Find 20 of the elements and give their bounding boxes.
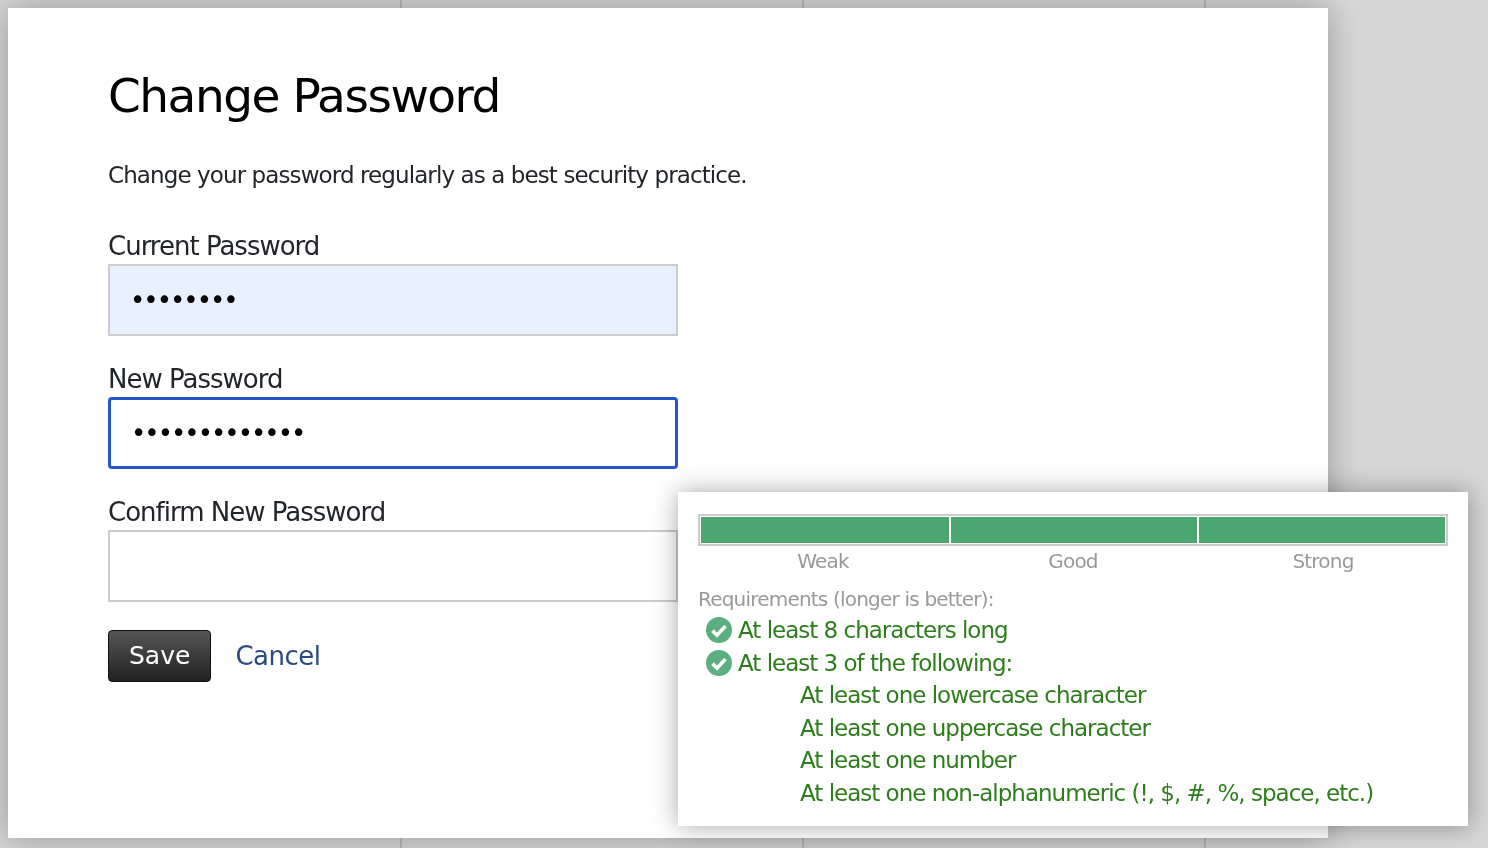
password-field[interactable]: ••••••••: [108, 264, 678, 337]
requirements-title: Requirements (longer is better):: [698, 586, 995, 613]
strength-label: Strong: [1291, 548, 1355, 575]
requirement-text: At least one number: [799, 746, 1018, 775]
field-label: Current Password: [108, 230, 321, 263]
password-field[interactable]: •••••••••••••: [108, 397, 678, 470]
strength-label: Weak: [796, 548, 850, 575]
requirement-text: At least 3 of the following:: [738, 649, 1013, 676]
save-button[interactable]: Save: [108, 630, 212, 682]
dialog-title: Change Password: [108, 68, 501, 125]
requirement-text: At least 8 characters long: [738, 617, 1008, 643]
strength-label: Good: [1047, 548, 1099, 575]
field-label: New Password: [108, 364, 284, 396]
requirement-text: At least one uppercase character: [799, 713, 1152, 743]
password-field[interactable]: [108, 530, 678, 603]
field-label: Confirm New Password: [108, 497, 387, 529]
cancel-link[interactable]: Cancel: [235, 636, 321, 676]
requirement-text: At least one lowercase character: [799, 681, 1147, 710]
dialog-description: Change your password regularly as a best security practice.: [108, 161, 748, 191]
requirement-text: At least one non-alphanumeric (!, $, #, %, space, etc.): [799, 778, 1375, 808]
